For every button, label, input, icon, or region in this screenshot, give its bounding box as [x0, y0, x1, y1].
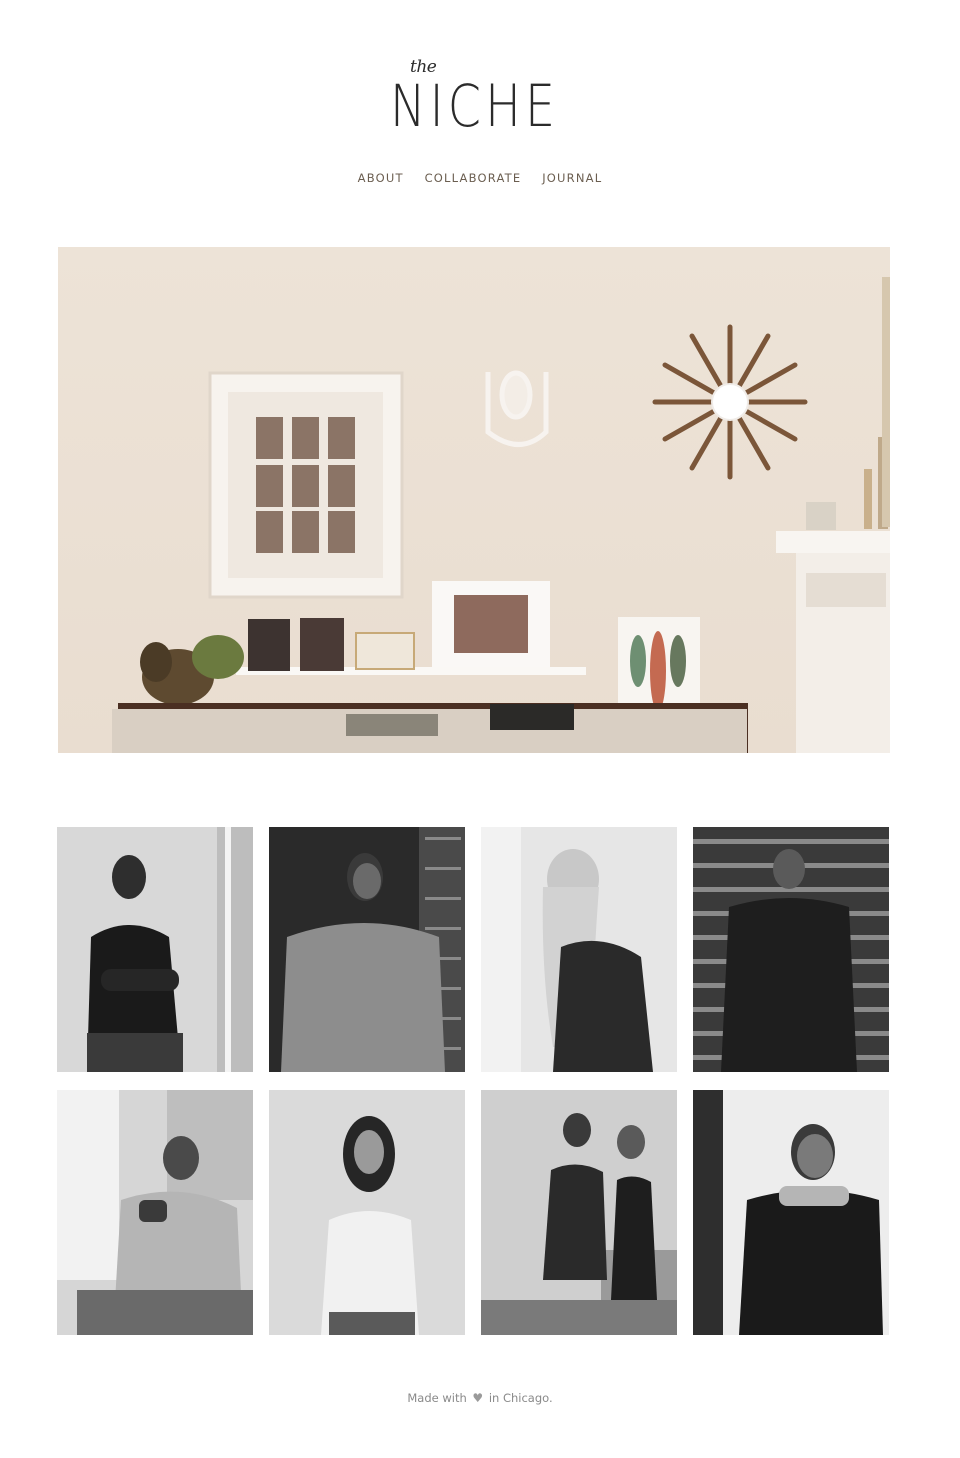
portrait-tile-1[interactable] [57, 827, 253, 1072]
portrait-man-jacket [693, 1090, 889, 1335]
footer-location-text: in Chicago. [488, 1391, 553, 1405]
portrait-man-arms-crossed [57, 827, 253, 1072]
portrait-tile-2[interactable] [269, 827, 465, 1072]
side-table [112, 703, 748, 753]
footer-made-with-text: Made with [407, 1391, 467, 1405]
page: the NICHE ABOUT COLLABORATE JOURNAL Made… [0, 0, 960, 1458]
nav-about-link[interactable]: ABOUT [358, 171, 404, 185]
hero-studio-illustration [58, 247, 890, 753]
portrait-tile-7[interactable] [481, 1090, 677, 1335]
portrait-tile-6[interactable] [269, 1090, 465, 1335]
nav-collaborate-link[interactable]: COLLABORATE [425, 171, 522, 185]
portrait-man-coffee [57, 1090, 253, 1335]
portrait-tile-8[interactable] [693, 1090, 889, 1335]
portrait-tile-4[interactable] [693, 827, 889, 1072]
logo-niche-text: NICHE [390, 72, 560, 140]
site-footer: Made with ♥ in Chicago. [0, 1391, 960, 1405]
site-logo[interactable]: the NICHE [380, 55, 580, 155]
main-navigation: ABOUT COLLABORATE JOURNAL [0, 171, 960, 185]
portrait-man-coat [693, 827, 889, 1072]
portrait-woman-laughing [481, 827, 677, 1072]
hero-studio-photo [58, 247, 890, 753]
portrait-couple-sofa [481, 1090, 677, 1335]
nav-journal-link[interactable]: JOURNAL [542, 171, 602, 185]
heart-icon: ♥ [472, 1391, 484, 1405]
portrait-tile-5[interactable] [57, 1090, 253, 1335]
portrait-tile-3[interactable] [481, 827, 677, 1072]
portrait-man-sweater [269, 827, 465, 1072]
portrait-woman-sweater [269, 1090, 465, 1335]
framed-photo-collage [208, 371, 404, 599]
